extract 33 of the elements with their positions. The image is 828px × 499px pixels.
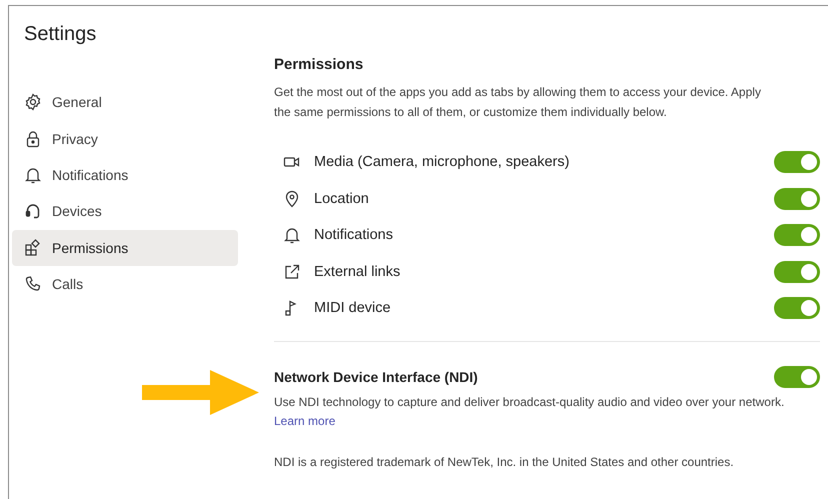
sidebar-item[interactable]: Permissions bbox=[12, 230, 238, 266]
location-pin-icon bbox=[283, 190, 301, 208]
window-title: Settings bbox=[24, 22, 96, 47]
sidebar-item[interactable]: Privacy bbox=[12, 120, 238, 157]
section-heading: Permissions bbox=[274, 55, 364, 75]
apps-icon bbox=[24, 238, 42, 257]
toggle-switch[interactable] bbox=[774, 297, 820, 320]
phone-icon bbox=[24, 275, 42, 294]
permission-label: Media (Camera, microphone, speakers) bbox=[314, 154, 570, 170]
permission-label: Notifications bbox=[314, 227, 394, 244]
sidebar-item[interactable]: General bbox=[12, 84, 238, 120]
trademark-note: NDI is a registered trademark of NewTek, Inc. in the United States and other countries. bbox=[274, 454, 735, 470]
toggle-switch[interactable] bbox=[774, 151, 820, 174]
lock-icon bbox=[24, 130, 42, 148]
section-description: Get the most out of the apps you add as tabs by allowing them to access your device. Apply the same permissions to all of them, or customize them individually below. bbox=[274, 84, 762, 121]
external-link-icon bbox=[283, 262, 301, 281]
toggle-switch[interactable] bbox=[774, 260, 820, 283]
section-description: Use NDI technology to capture and deliver broadcast-quality audio and video over your network. Learn more bbox=[274, 394, 786, 430]
learn-more-link[interactable]: Learn more bbox=[274, 414, 336, 428]
toggle-switch[interactable] bbox=[774, 188, 820, 210]
toggle-switch[interactable] bbox=[774, 224, 820, 246]
toggle-switch[interactable] bbox=[774, 366, 820, 388]
bell-icon bbox=[283, 226, 301, 244]
sidebar-item[interactable]: Calls bbox=[12, 266, 238, 302]
permission-label: MIDI device bbox=[314, 300, 392, 316]
permission-label: External links bbox=[314, 264, 402, 280]
gear-icon bbox=[24, 93, 42, 112]
headset-icon bbox=[24, 202, 42, 220]
section-heading: Network Device Interface (NDI) bbox=[274, 368, 478, 387]
bell-icon bbox=[24, 166, 42, 184]
sidebar-item[interactable]: Devices bbox=[12, 193, 238, 230]
sidebar-item[interactable]: Notifications bbox=[12, 156, 238, 194]
permission-label: Location bbox=[314, 190, 370, 207]
